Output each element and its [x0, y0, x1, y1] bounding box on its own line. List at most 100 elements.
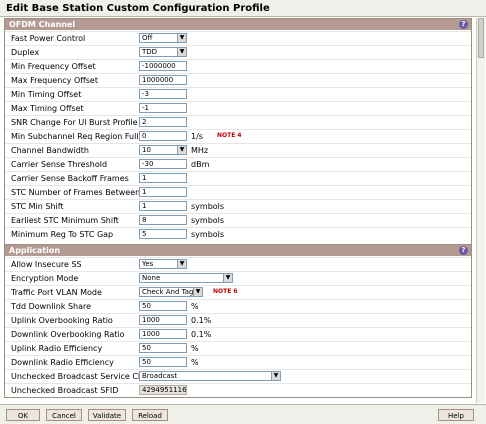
chevron-down-icon[interactable]: ▼	[223, 274, 232, 282]
field-value: 8	[142, 216, 147, 224]
field-value: TDD	[142, 48, 158, 56]
form-row: Uplink Overbooking Ratio 1000 0.1%	[5, 313, 471, 326]
dropdown-select[interactable]: Yes ▼	[139, 259, 187, 269]
field-label: Traffic Port VLAN Mode	[11, 288, 102, 297]
chevron-down-icon[interactable]: ▼	[271, 372, 280, 380]
field-value: 50	[142, 344, 151, 352]
field-label: Max Frequency Offset	[11, 76, 98, 85]
form-row: Max Timing Offset -1	[5, 101, 471, 114]
form-row: Fast Power Control Off ▼	[5, 31, 471, 44]
form-row: Allow Insecure SS Yes ▼	[5, 257, 471, 270]
text-input[interactable]: 50	[139, 343, 187, 353]
form-row: Minimum Reg To STC Gap 5 symbols	[5, 227, 471, 240]
form-row: Uplink Radio Efficiency 50%	[5, 341, 471, 354]
field-label: Encryption Mode	[11, 274, 79, 283]
unit-label: symbols	[191, 230, 225, 239]
field-value: 1	[142, 188, 147, 196]
field-label: STC Min Shift	[11, 202, 64, 211]
field-value: -30	[142, 160, 154, 168]
validate-button[interactable]: Validate	[88, 409, 126, 421]
application-header: Application ?	[5, 245, 471, 256]
text-input[interactable]: 1000	[139, 315, 187, 325]
text-input[interactable]: 1	[139, 187, 187, 197]
form-row: Max Frequency Offset 1000000	[5, 73, 471, 86]
field-value: 1	[142, 202, 147, 210]
text-input[interactable]: 0	[139, 131, 187, 141]
dropdown-select[interactable]: TDD ▼	[139, 47, 187, 57]
chevron-down-icon[interactable]: ▼	[177, 260, 186, 268]
dropdown-select[interactable]: None ▼	[139, 273, 233, 283]
text-input[interactable]: -1	[139, 103, 187, 113]
field-value: 1000	[142, 316, 160, 324]
field-label: Tdd Downlink Share	[11, 302, 92, 311]
field-label: Fast Power Control	[11, 34, 86, 43]
text-input[interactable]: 1000	[139, 329, 187, 339]
form-row: Tdd Downlink Share 50%	[5, 299, 471, 312]
field-value: 10	[142, 146, 151, 154]
dropdown-select[interactable]: 10 ▼	[139, 145, 187, 155]
text-input[interactable]: 5	[139, 229, 187, 239]
field-value: None	[142, 274, 161, 282]
help-icon[interactable]: ?	[459, 20, 468, 29]
field-label: Unchecked Broadcast Service Class	[11, 372, 154, 381]
text-input[interactable]: 50	[139, 357, 187, 367]
help-icon[interactable]: ?	[459, 246, 468, 255]
text-input[interactable]: 1000000	[139, 75, 187, 85]
text-input[interactable]: -1000000	[139, 61, 187, 71]
form-row: Min Subchannel Req Region Full Tx Opp 0 1/…	[5, 129, 471, 142]
readonly-field: 4294951116	[139, 385, 187, 395]
unit-label: %	[191, 302, 199, 311]
form-row: Carrier Sense Backoff Frames 1	[5, 171, 471, 184]
chevron-down-icon[interactable]: ▼	[177, 34, 186, 42]
application-panel: Application ? Allow Insecure SS Yes ▼ Encry…	[4, 244, 472, 398]
field-value: 0	[142, 132, 147, 140]
field-value: 2	[142, 118, 147, 126]
field-value: Check And Tag	[142, 288, 194, 296]
unit-label: 1/s	[191, 132, 203, 141]
form-row: SNR Change For Ul Burst Profile 2	[5, 115, 471, 128]
unit-label: 0.1%	[191, 316, 212, 325]
text-input[interactable]: 8	[139, 215, 187, 225]
window-title: Edit Base Station Custom Configuration P…	[6, 3, 270, 14]
field-label: Min Timing Offset	[11, 90, 82, 99]
title-bar: Edit Base Station Custom Configuration P…	[0, 0, 486, 17]
field-value: 50	[142, 358, 151, 366]
field-value: -3	[142, 90, 149, 98]
field-label: Downlink Overbooking Ratio	[11, 330, 125, 339]
field-value: 5	[142, 230, 147, 238]
field-value: Yes	[142, 260, 154, 268]
field-label: Minimum Reg To STC Gap	[11, 230, 114, 239]
form-row: Channel Bandwidth 10 ▼ MHz	[5, 143, 471, 156]
reload-button[interactable]: Reload	[132, 409, 168, 421]
text-input[interactable]: 1	[139, 173, 187, 183]
field-label: Channel Bandwidth	[11, 146, 89, 155]
chevron-down-icon[interactable]: ▼	[177, 146, 186, 154]
dropdown-select[interactable]: Off ▼	[139, 33, 187, 43]
dropdown-select[interactable]: Check And Tag ▼	[139, 287, 203, 297]
chevron-down-icon[interactable]: ▼	[193, 288, 202, 296]
note-label: NOTE 4	[217, 132, 242, 139]
unit-label: %	[191, 344, 199, 353]
unit-label: dBm	[191, 160, 210, 169]
help-button[interactable]: Help	[438, 409, 474, 421]
dropdown-select[interactable]: Broadcast ▼	[139, 371, 281, 381]
field-label: Unchecked Broadcast SFID	[11, 386, 119, 395]
text-input[interactable]: 1	[139, 201, 187, 211]
text-input[interactable]: -30	[139, 159, 187, 169]
text-input[interactable]: -3	[139, 89, 187, 99]
ok-button[interactable]: OK	[6, 409, 40, 421]
ofdm-channel-header: OFDM Channel ?	[5, 19, 471, 30]
unit-label: symbols	[191, 202, 225, 211]
unit-label: 0.1%	[191, 330, 212, 339]
application-title: Application	[9, 246, 61, 255]
field-value: Off	[142, 34, 153, 42]
cancel-button[interactable]: Cancel	[46, 409, 82, 421]
text-input[interactable]: 50	[139, 301, 187, 311]
form-row: Min Timing Offset -3	[5, 87, 471, 100]
vertical-scrollbar[interactable]	[476, 18, 485, 403]
ofdm-channel-panel: OFDM Channel ? Fast Power Control Off ▼ Dup…	[4, 18, 472, 246]
scrollbar-thumb[interactable]	[478, 18, 484, 58]
chevron-down-icon[interactable]: ▼	[177, 48, 186, 56]
text-input[interactable]: 2	[139, 117, 187, 127]
field-label: SNR Change For Ul Burst Profile	[11, 118, 138, 127]
